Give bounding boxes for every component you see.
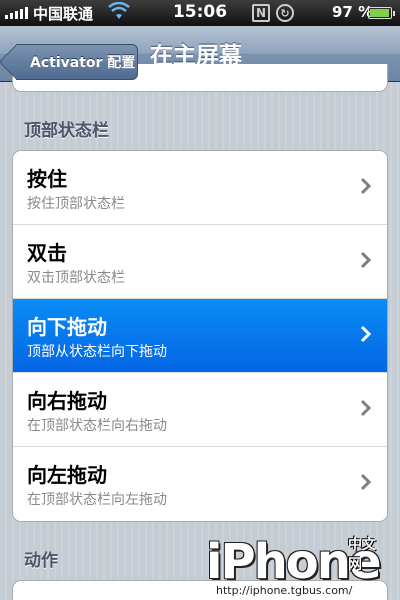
section-header-actions: 动作	[24, 551, 58, 571]
chevron-right-icon	[360, 251, 372, 269]
battery-icon	[368, 7, 395, 19]
back-button-label: Activator 配置	[30, 55, 136, 71]
status-bar-gestures-group: 按住 按住顶部状态栏 双击 双击顶部状态栏 向下拖动 顶部从状态栏向下拖动 向右…	[12, 150, 388, 522]
row-title: 向右拖动	[27, 389, 107, 413]
chevron-right-icon	[360, 473, 372, 491]
row-subtitle: 双击顶部状态栏	[27, 270, 125, 286]
watermark-url: http://iphone.tgbus.com/	[214, 584, 355, 597]
list-item-hold[interactable]: 按住 按住顶部状态栏	[13, 151, 387, 225]
list-item-swipe-left[interactable]: 向左拖动 在顶部状态栏向左拖动	[13, 447, 387, 521]
notification-n-icon: N	[252, 4, 270, 22]
row-subtitle: 按住顶部状态栏	[27, 196, 125, 212]
row-title: 向下拖动	[27, 315, 107, 339]
row-title: 按住	[27, 167, 67, 191]
battery-percent: 97 %	[332, 3, 374, 21]
status-bar: 中国联通 15:06 N ↻ 97 %	[0, 0, 400, 26]
row-subtitle: 在顶部状态栏向右拖动	[27, 418, 167, 434]
watermark: iPhone 中文网 http://iphone.tgbus.com/	[206, 534, 382, 597]
row-title: 双击	[27, 241, 67, 265]
watermark-cn: 中文网	[348, 537, 376, 573]
chevron-right-icon	[360, 399, 372, 417]
row-title: 向左拖动	[27, 463, 107, 487]
section-header-top-status-bar: 顶部状态栏	[24, 121, 109, 141]
chevron-right-icon	[360, 325, 372, 343]
list-item-swipe-right[interactable]: 向右拖动 在顶部状态栏向右拖动	[13, 373, 387, 447]
row-subtitle: 顶部从状态栏向下拖动	[27, 344, 167, 360]
back-button[interactable]: Activator 配置	[16, 44, 138, 80]
list-item-swipe-down[interactable]: 向下拖动 顶部从状态栏向下拖动	[13, 299, 387, 373]
chevron-right-icon	[360, 177, 372, 195]
list-item-double-tap[interactable]: 双击 双击顶部状态栏	[13, 225, 387, 299]
row-subtitle: 在顶部状态栏向左拖动	[27, 492, 167, 508]
rotation-lock-icon: ↻	[276, 4, 294, 22]
